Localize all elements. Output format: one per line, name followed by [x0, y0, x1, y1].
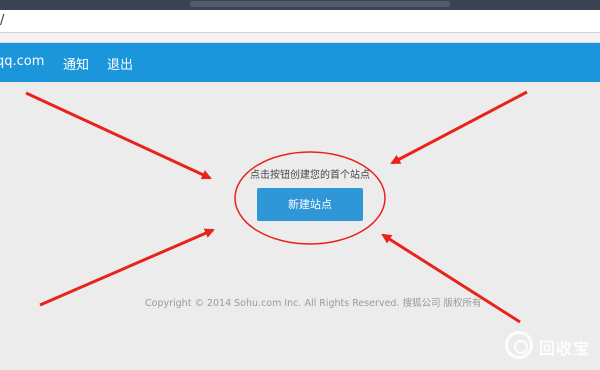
- arrow-bottom-left: [39, 228, 215, 307]
- highlight-ellipse: [234, 151, 386, 245]
- arrow-bottom-right: [381, 233, 521, 324]
- watermark-text: 回收宝: [539, 339, 591, 358]
- watermark: 回收宝: [505, 331, 595, 363]
- arrow-top-left: [25, 91, 212, 180]
- annotation-overlay: [25, 90, 528, 324]
- arrow-top-right: [390, 90, 528, 165]
- recycle-logo-icon: [505, 331, 533, 359]
